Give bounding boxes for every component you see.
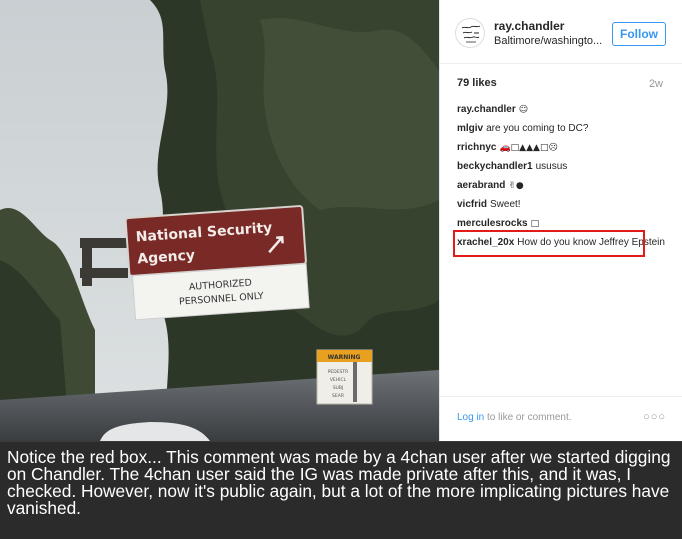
comment-text: are you coming to DC? (486, 123, 589, 134)
post-age[interactable]: 2w (649, 78, 663, 90)
red-highlight-box (453, 230, 645, 257)
avatar[interactable] (455, 18, 485, 48)
post-photo: National Security Agency AUTHORIZED PERS… (0, 0, 439, 441)
warning-sign-line: SUBJ (333, 385, 344, 391)
comment-item: mlgiv are you coming to DC? (457, 122, 667, 136)
post-side-panel: ray.chandler Baltimore/washingto... Foll… (439, 0, 682, 441)
comment-item: ray.chandler ☺ (457, 103, 667, 117)
instagram-embed: National Security Agency AUTHORIZED PERS… (0, 0, 682, 441)
comment-username[interactable]: ray.chandler (457, 104, 516, 115)
more-dots-icon[interactable]: ○○○ (643, 411, 666, 423)
comment-item: vicfrid Sweet! (457, 198, 667, 212)
photo-scene: National Security Agency AUTHORIZED PERS… (0, 0, 439, 441)
follow-button[interactable]: Follow (612, 22, 666, 46)
comment-username[interactable]: aerabrand (457, 180, 505, 191)
comment-username[interactable]: vicfrid (457, 199, 487, 210)
likes-count[interactable]: 79 likes (457, 77, 497, 89)
post-username[interactable]: ray.chandler (494, 19, 564, 33)
comment-item: rrichnyc 🚗□▲▲▲□☹ (457, 141, 667, 155)
comment-username[interactable]: rrichnyc (457, 142, 496, 153)
avatar-scribble-icon (461, 25, 481, 43)
post-location[interactable]: Baltimore/washingto... (494, 35, 602, 47)
comment-item: merculesrocks □ (457, 217, 667, 231)
warning-sign-title: WARNING (328, 354, 361, 361)
caption-text: Notice the red box... This comment was m… (7, 447, 671, 518)
comment-emoji: □ (530, 219, 540, 229)
comment-username[interactable]: mlgiv (457, 123, 483, 134)
comment-item: beckychandler1 ususus (457, 160, 667, 174)
comment-emoji: 🚗□▲▲▲□☹ (499, 143, 558, 153)
comment-username[interactable]: beckychandler1 (457, 161, 533, 172)
comment-emoji: ☺ (518, 105, 529, 115)
login-prompt: Log in to like or comment. (457, 412, 572, 423)
comment-username[interactable]: merculesrocks (457, 218, 528, 229)
comment-item: aerabrand ✌● (457, 179, 667, 193)
login-prompt-text: to like or comment. (484, 412, 572, 423)
warning-sign-line: SEAR (332, 393, 344, 399)
post-footer: Log in to like or comment. ○○○ (440, 396, 682, 441)
post-header: ray.chandler Baltimore/washingto... Foll… (440, 0, 682, 64)
warning-sign-line: VEHICL (330, 377, 347, 383)
comment-text: Sweet! (490, 199, 521, 210)
caption-bar: Notice the red box... This comment was m… (0, 441, 682, 539)
login-link[interactable]: Log in (457, 412, 484, 423)
comment-text: ususus (535, 161, 568, 172)
comment-emoji: ✌● (508, 181, 524, 191)
warning-sign-line: PEDESTR (328, 369, 349, 375)
